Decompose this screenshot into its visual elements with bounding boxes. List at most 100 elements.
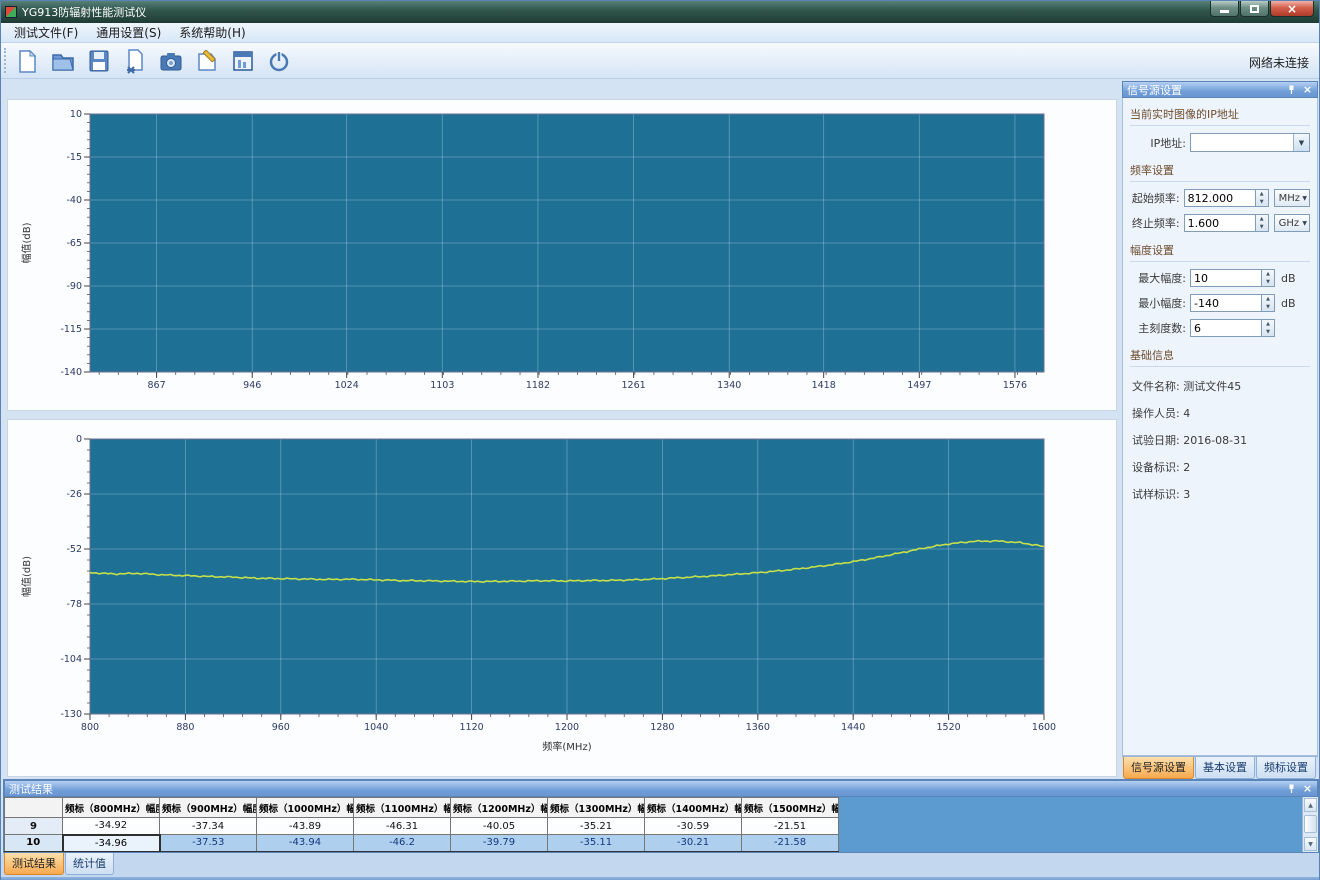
spin-up-icon[interactable]: ▲ (1256, 215, 1268, 223)
spin-up-icon[interactable]: ▲ (1256, 190, 1268, 198)
column-header-0[interactable]: 频标（800MHz）幅度值 (63, 798, 160, 818)
row-header-10[interactable]: 10 (5, 835, 63, 852)
cell-10-2[interactable]: -43.94 (257, 835, 354, 852)
toolbar-grip[interactable] (4, 48, 7, 73)
new-file-icon[interactable] (13, 47, 40, 74)
settings-tab-2[interactable]: 频标设置 (1256, 757, 1316, 779)
report-table-icon[interactable] (229, 47, 256, 74)
spin-down-icon[interactable]: ▼ (1262, 303, 1274, 311)
stop-frequency-unit-value: GHz (1279, 218, 1300, 229)
min-amplitude-input[interactable] (1190, 294, 1261, 312)
cell-9-4[interactable]: -40.05 (451, 818, 548, 835)
max-amplitude-spinner[interactable]: ▲▼ (1261, 269, 1275, 287)
settings-tab-1[interactable]: 基本设置 (1195, 757, 1255, 779)
ip-group-title: 当前实时图像的IP地址 (1130, 106, 1310, 126)
amplitude-group: 幅度设置 最大幅度:▲▼dB最小幅度:▲▼dB主刻度数:▲▼ (1130, 242, 1310, 337)
major-divisions-input[interactable] (1190, 319, 1261, 337)
chevron-down-icon: ▼ (1302, 195, 1307, 202)
column-header-4[interactable]: 频标（1200MHz）幅度值 (451, 798, 548, 818)
menu-item-0[interactable]: 测试文件(F) (5, 22, 87, 43)
column-header-3[interactable]: 频标（1100MHz）幅度值 (354, 798, 451, 818)
pin-icon[interactable] (1286, 84, 1297, 95)
svg-text:1520: 1520 (937, 722, 961, 733)
cell-10-3[interactable]: -46.2 (354, 835, 451, 852)
cell-9-3[interactable]: -46.31 (354, 818, 451, 835)
min-amplitude-row: 最小幅度:▲▼dB (1130, 294, 1310, 312)
cell-10-7[interactable]: -21.58 (742, 835, 839, 852)
stop-frequency-unit-select[interactable]: GHz▼ (1274, 214, 1310, 232)
maximize-button[interactable] (1240, 1, 1269, 17)
results-panel: 测试结果 × 频标（800MHz）幅度值频标（900MHz）幅度值频标（1000… (3, 779, 1319, 853)
row-header-9[interactable]: 9 (5, 818, 63, 835)
cell-10-5[interactable]: -35.11 (548, 835, 645, 852)
export-file-icon[interactable] (121, 47, 148, 74)
cell-10-6[interactable]: -30.21 (645, 835, 742, 852)
close-panel-icon[interactable]: × (1302, 783, 1313, 794)
spin-down-icon[interactable]: ▼ (1256, 223, 1268, 231)
results-scrollbar[interactable]: ▲ ▼ (1302, 797, 1318, 852)
stop-frequency-input[interactable] (1184, 214, 1255, 232)
start-frequency-unit-select[interactable]: MHz▼ (1274, 189, 1310, 207)
major-divisions-spinner[interactable]: ▲▼ (1261, 319, 1275, 337)
column-header-1[interactable]: 频标（900MHz）幅度值 (160, 798, 257, 818)
spin-down-icon[interactable]: ▼ (1256, 198, 1268, 206)
svg-text:1280: 1280 (650, 722, 674, 733)
table-row-10[interactable]: 10-34.96-37.53-43.94-46.2-39.79-35.11-30… (5, 835, 839, 852)
close-button[interactable]: × (1270, 1, 1314, 17)
cell-9-2[interactable]: -43.89 (257, 818, 354, 835)
camera-icon[interactable] (157, 47, 184, 74)
column-header-2[interactable]: 频标（1000MHz）幅度值 (257, 798, 354, 818)
scroll-down-icon[interactable]: ▼ (1304, 837, 1317, 851)
results-tab-1[interactable]: 统计值 (65, 853, 114, 875)
stop-frequency-label: 终止频率: (1130, 215, 1180, 231)
settings-tab-0[interactable]: 信号源设置 (1123, 757, 1194, 779)
upper-chart-panel: 8679461024110311821261134014181497157610… (7, 99, 1117, 411)
cell-10-0[interactable]: -34.96 (63, 835, 160, 852)
bottom-tabs: 测试结果统计值 (1, 853, 1319, 877)
power-icon[interactable] (265, 47, 292, 74)
svg-text:1261: 1261 (621, 380, 645, 391)
spin-up-icon[interactable]: ▲ (1262, 270, 1274, 278)
column-header-7[interactable]: 频标（1500MHz）幅度值 (742, 798, 839, 818)
cell-9-7[interactable]: -21.51 (742, 818, 839, 835)
cell-10-4[interactable]: -39.79 (451, 835, 548, 852)
scrollbar-thumb[interactable] (1304, 815, 1317, 833)
frequency-group: 频率设置 起始频率:▲▼MHz▼终止频率:▲▼GHz▼ (1130, 162, 1310, 232)
save-icon[interactable] (85, 47, 112, 74)
pin-icon[interactable] (1286, 783, 1297, 794)
start-frequency-label: 起始频率: (1130, 190, 1180, 206)
cell-9-5[interactable]: -35.21 (548, 818, 645, 835)
spin-up-icon[interactable]: ▲ (1262, 320, 1274, 328)
title-bar: YG913防辐射性能测试仪 × (1, 1, 1319, 23)
svg-text:-104: -104 (60, 654, 82, 665)
svg-text:1340: 1340 (717, 380, 741, 391)
toolbar: 网络未连接 (1, 43, 1319, 79)
menu-item-2[interactable]: 系统帮助(H) (170, 22, 254, 43)
svg-text:-15: -15 (66, 152, 82, 163)
ip-address-combobox[interactable]: ▼ (1190, 133, 1310, 152)
spin-down-icon[interactable]: ▼ (1262, 278, 1274, 286)
cell-10-1[interactable]: -37.53 (160, 835, 257, 852)
close-panel-icon[interactable]: × (1302, 84, 1313, 95)
svg-text:1440: 1440 (841, 722, 865, 733)
results-tab-0[interactable]: 测试结果 (4, 853, 64, 875)
column-header-6[interactable]: 频标（1400MHz）幅度值 (645, 798, 742, 818)
scroll-up-icon[interactable]: ▲ (1304, 798, 1317, 812)
min-amplitude-spinner[interactable]: ▲▼ (1261, 294, 1275, 312)
menu-item-1[interactable]: 通用设置(S) (87, 22, 170, 43)
start-frequency-spinner[interactable]: ▲▼ (1255, 189, 1269, 207)
cell-9-6[interactable]: -30.59 (645, 818, 742, 835)
spin-down-icon[interactable]: ▼ (1262, 328, 1274, 336)
cell-9-1[interactable]: -37.34 (160, 818, 257, 835)
stop-frequency-spinner[interactable]: ▲▼ (1255, 214, 1269, 232)
column-header-5[interactable]: 频标（1300MHz）幅度值 (548, 798, 645, 818)
spin-up-icon[interactable]: ▲ (1262, 295, 1274, 303)
results-title: 测试结果 (9, 781, 1286, 797)
open-folder-icon[interactable] (49, 47, 76, 74)
cell-9-0[interactable]: -34.92 (63, 818, 160, 835)
max-amplitude-input[interactable] (1190, 269, 1261, 287)
start-frequency-input[interactable] (1184, 189, 1255, 207)
clear-edit-icon[interactable] (193, 47, 220, 74)
minimize-button[interactable] (1210, 1, 1239, 17)
table-row-9[interactable]: 9-34.92-37.34-43.89-46.31-40.05-35.21-30… (5, 818, 839, 835)
